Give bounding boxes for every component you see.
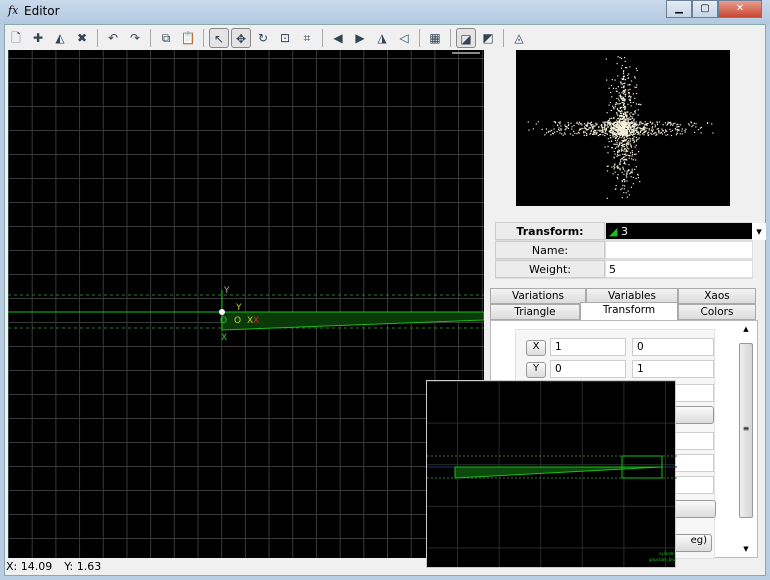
scrollbar[interactable]: ▲ ≡ ▼ [739, 325, 753, 555]
close-button[interactable]: ✕ [718, 0, 762, 18]
toolbar-separator [203, 29, 204, 47]
chevron-down-icon[interactable]: ▾ [752, 223, 766, 240]
triangle-editor-canvas[interactable]: Y Y O O X X X [8, 50, 484, 558]
svg-text:O: O [234, 316, 241, 326]
triangle-drawing: Y Y O O X X X [8, 52, 484, 343]
rotate-icon: ↻ [257, 31, 269, 45]
y-axis-label: Y [223, 286, 230, 296]
flip-horizontal-icon: ◮ [377, 31, 387, 45]
toolbar-separator [322, 29, 323, 47]
transform-label: Transform: [495, 222, 605, 240]
toolbar: 🗋 ✚ ◭ ✖ ↶ ↷ ⧉ 📋 ↖ ✥ ↻ ⊡ ⌗ ◀ ▶ ◮ ◁ ▦ ◪ ◩ ◬ [6, 27, 529, 49]
copy-icon: ⧉ [161, 31, 171, 45]
post-transform-icon: ◪ [460, 32, 472, 46]
duplicate-button[interactable]: ◭ [50, 28, 70, 48]
transform-value: 3 [620, 225, 628, 238]
status-y: Y: 1.63 [64, 560, 102, 573]
add-final-icon: ◬ [514, 31, 524, 45]
thumbnail-drawing: cylinder gaussian_blur [427, 455, 677, 562]
svg-text:X: X [221, 333, 227, 343]
undo-button[interactable]: ↶ [103, 28, 123, 48]
add-transform-button[interactable]: ✚ [28, 28, 48, 48]
scroll-up-icon[interactable]: ▲ [739, 325, 753, 333]
y-reset-button[interactable]: Y [526, 362, 546, 378]
toolbar-separator [503, 29, 504, 47]
delete-button[interactable]: ✖ [72, 28, 92, 48]
zoom-fit-button[interactable]: ⌗ [297, 28, 317, 48]
x-a-field[interactable]: 1 [550, 338, 626, 356]
x-b-field[interactable]: 0 [632, 338, 714, 356]
tab-colors[interactable]: Colors [678, 304, 756, 320]
toolbar-separator [150, 29, 151, 47]
fx-icon: fx [8, 4, 19, 17]
title-bar: fx Editor ▁ ▢ ✕ [0, 0, 770, 24]
copy-button[interactable]: ⧉ [156, 28, 176, 48]
svg-text:O: O [220, 316, 227, 326]
editor-thumbnail-overlay: cylinder gaussian_blur [426, 380, 677, 568]
select-icon: ↖ [213, 32, 225, 46]
add-transform-icon: ✚ [32, 31, 44, 45]
name-label: Name: [495, 241, 605, 259]
minimize-button[interactable]: ▁ [666, 0, 692, 18]
rotate-right-icon: ▶ [355, 31, 365, 45]
scale-button[interactable]: ⊡ [275, 28, 295, 48]
redo-icon: ↷ [129, 31, 141, 45]
svg-text:cylinder: cylinder [659, 551, 675, 556]
delete-icon: ✖ [76, 31, 88, 45]
add-final-button[interactable]: ◬ [509, 28, 529, 48]
weight-label: Weight: [495, 260, 605, 278]
svg-text:gaussian_blur: gaussian_blur [649, 557, 677, 562]
scrollbar-thumb[interactable]: ≡ [739, 343, 753, 518]
scale-icon: ⊡ [279, 31, 291, 45]
scroll-down-icon[interactable]: ▼ [739, 545, 753, 553]
move-button[interactable]: ✥ [231, 28, 251, 48]
window-title: Editor [24, 4, 60, 18]
final-transform-button[interactable]: ◩ [478, 28, 498, 48]
tab-xaos[interactable]: Xaos [678, 288, 756, 304]
duplicate-icon: ◭ [55, 31, 65, 45]
select-button[interactable]: ↖ [209, 28, 229, 48]
x-reset-button[interactable]: X [526, 340, 546, 356]
y-a-field[interactable]: 0 [550, 360, 626, 378]
y-b-field[interactable]: 1 [632, 360, 714, 378]
flip-vertical-button[interactable]: ◁ [394, 28, 414, 48]
name-field[interactable] [605, 241, 753, 259]
svg-text:X: X [253, 316, 259, 326]
new-button[interactable]: 🗋 [6, 28, 26, 48]
flip-horizontal-button[interactable]: ◮ [372, 28, 392, 48]
paste-icon: 📋 [180, 31, 196, 45]
flame-preview [516, 50, 730, 206]
rotate-left-icon: ◀ [333, 31, 343, 45]
maximize-button[interactable]: ▢ [692, 0, 718, 18]
paste-button[interactable]: 📋 [178, 28, 198, 48]
toolbar-separator [419, 29, 420, 47]
toolbar-separator [97, 29, 98, 47]
final-transform-icon: ◩ [482, 31, 494, 45]
rotate-left-button[interactable]: ◀ [328, 28, 348, 48]
flip-vertical-icon: ◁ [399, 31, 409, 45]
status-bar: X: 14.09 Y: 1.63 [4, 558, 484, 576]
move-icon: ✥ [235, 32, 247, 46]
tab-variations[interactable]: Variations [490, 288, 586, 304]
rotate-button[interactable]: ↻ [253, 28, 273, 48]
undo-icon: ↶ [107, 31, 119, 45]
grid-button[interactable]: ▦ [425, 28, 445, 48]
toolbar-separator [450, 29, 451, 47]
post-transform-button[interactable]: ◪ [456, 28, 476, 48]
tab-transform[interactable]: Transform [580, 302, 678, 320]
new-icon: 🗋 [11, 31, 21, 45]
grid-icon: ▦ [429, 31, 441, 45]
transform-properties: Transform: ◢ 3 ▾ Name: Weight: 5 [495, 222, 766, 279]
transform-select[interactable]: ◢ 3 ▾ [605, 222, 766, 240]
rotate-right-button[interactable]: ▶ [350, 28, 370, 48]
triangle-icon: ◢ [609, 225, 618, 238]
status-x: X: 14.09 [6, 560, 53, 573]
weight-field[interactable]: 5 [605, 260, 753, 278]
zoom-fit-icon: ⌗ [303, 31, 311, 45]
svg-text:Y: Y [235, 303, 242, 313]
redo-button[interactable]: ↷ [125, 28, 145, 48]
tab-triangle[interactable]: Triangle [490, 304, 580, 320]
tab-bar: Variations Variables Xaos Triangle Trans… [490, 288, 760, 320]
